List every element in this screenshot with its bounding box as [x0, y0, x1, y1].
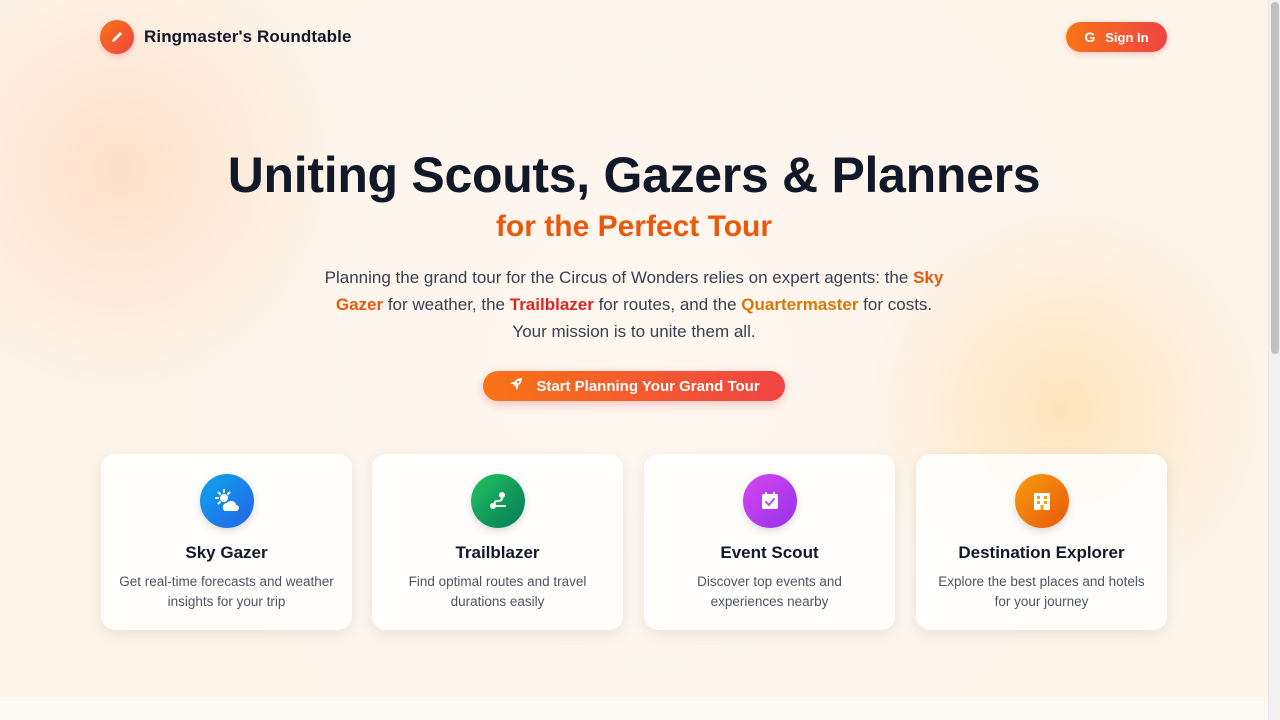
desc-text: for routes, and the — [593, 295, 742, 314]
calendar-icon — [743, 474, 797, 528]
sign-in-label: Sign In — [1105, 29, 1149, 45]
hero-description: Planning the grand tour for the Circus o… — [324, 264, 944, 345]
desc-text: Planning the grand tour for the Circus o… — [324, 268, 914, 287]
pencil-icon — [100, 20, 134, 54]
page-scrollbar[interactable] — [1268, 0, 1280, 720]
card-destination-explorer[interactable]: Destination Explorer Explore the best pl… — [916, 454, 1167, 630]
route-icon — [471, 474, 525, 528]
card-description: Explore the best places and hotels for y… — [938, 574, 1145, 609]
card-title: Sky Gazer — [185, 543, 268, 562]
sign-in-button[interactable]: G Sign In — [1066, 22, 1167, 52]
desc-text: for weather, the — [383, 295, 510, 314]
hero-title: Uniting Scouts, Gazers & Planners — [227, 147, 1041, 203]
start-planning-label: Start Planning Your Grand Tour — [536, 377, 760, 395]
google-icon: G — [1084, 29, 1096, 45]
card-title: Trailblazer — [455, 543, 540, 562]
card-description: Get real-time forecasts and weather insi… — [119, 574, 334, 609]
next-section-edge — [0, 697, 1268, 720]
hero-subtitle: for the Perfect Tour — [495, 210, 773, 243]
rocket-icon — [508, 376, 524, 396]
card-sky-gazer[interactable]: Sky Gazer Get real-time forecasts and we… — [101, 454, 352, 630]
card-title: Destination Explorer — [958, 543, 1125, 562]
weather-icon — [200, 474, 254, 528]
card-event-scout[interactable]: Event Scout Discover top events and expe… — [644, 454, 895, 630]
start-planning-button[interactable]: Start Planning Your Grand Tour — [483, 371, 785, 401]
scrollbar-thumb[interactable] — [1271, 2, 1279, 354]
card-description: Find optimal routes and travel durations… — [408, 574, 587, 609]
trailblazer-highlight: Trailblazer — [509, 295, 594, 314]
brand-logo[interactable]: Ringmaster's Roundtable — [100, 20, 352, 54]
card-trailblazer[interactable]: Trailblazer Find optimal routes and trav… — [372, 454, 623, 630]
brand-name: Ringmaster's Roundtable — [144, 27, 352, 46]
card-description: Discover top events and experiences near… — [697, 574, 842, 609]
card-title: Event Scout — [720, 543, 819, 562]
quartermaster-highlight: Quartermaster — [741, 295, 859, 314]
hotel-icon — [1015, 474, 1069, 528]
